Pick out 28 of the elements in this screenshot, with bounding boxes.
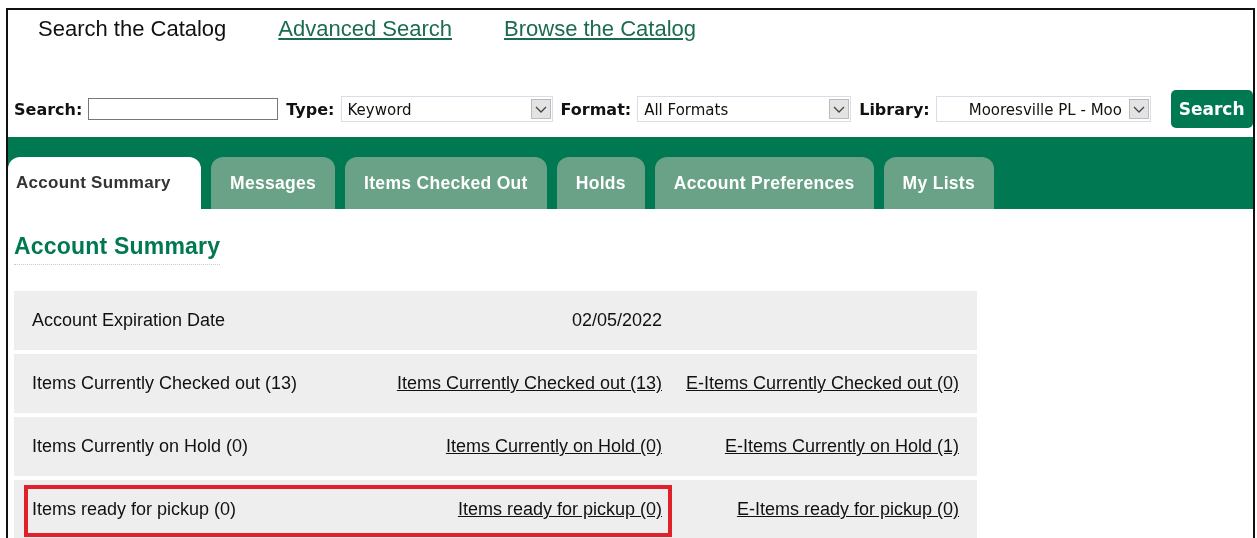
summary-link[interactable]: E-Items Currently on Hold (1) bbox=[674, 436, 959, 457]
field-label: Type: bbox=[286, 99, 335, 119]
dropdown[interactable]: All Formats bbox=[637, 96, 852, 122]
summary-link[interactable]: E-Items ready for pickup (0) bbox=[674, 499, 959, 520]
table-cell-text: Items Currently on Hold (0) bbox=[32, 436, 250, 457]
table-cell-text: 02/05/2022 bbox=[570, 310, 662, 331]
field-label: Library: bbox=[859, 99, 930, 119]
caret-icon bbox=[530, 99, 551, 119]
summary-link[interactable]: Items Currently on Hold (0) bbox=[364, 436, 662, 457]
page-heading: Account Summary bbox=[14, 233, 221, 265]
field-label: Format: bbox=[560, 99, 632, 119]
caret-icon bbox=[829, 99, 850, 119]
caret-icon bbox=[1128, 99, 1149, 119]
table-cell-text: Items Currently Checked out (13) bbox=[32, 373, 299, 394]
nav-link[interactable]: Advanced Search bbox=[278, 16, 452, 60]
nav-link[interactable]: Browse the Catalog bbox=[504, 16, 696, 60]
nav-title: Search the Catalog bbox=[38, 16, 227, 43]
table-cell-text: Items ready for pickup (0) bbox=[32, 499, 238, 520]
dropdown[interactable]: Keyword bbox=[340, 96, 553, 122]
summary-link[interactable]: Items Currently Checked out (13) bbox=[364, 373, 662, 394]
tab[interactable]: Account Summary bbox=[8, 157, 201, 209]
search-field[interactable] bbox=[88, 98, 279, 120]
dropdown[interactable]: Mooresville PL - Moo bbox=[935, 96, 1151, 122]
table-cell-text: Account Expiration Date bbox=[32, 310, 227, 331]
summary-link[interactable]: E-Items Currently Checked out (0) bbox=[674, 373, 959, 394]
search-button[interactable]: Search bbox=[1170, 90, 1253, 128]
search-label: Search: bbox=[14, 99, 83, 119]
summary-link[interactable]: Items ready for pickup (0) bbox=[364, 499, 662, 520]
